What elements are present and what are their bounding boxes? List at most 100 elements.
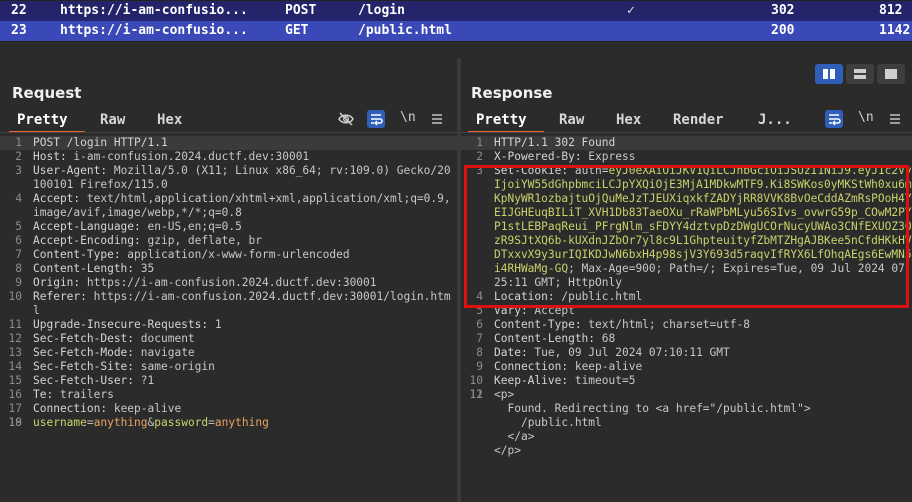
history-url: /login bbox=[358, 3, 405, 18]
history-status: 200 bbox=[771, 23, 795, 38]
code-line: 17 Connection: keep-alive bbox=[0, 402, 457, 416]
history-method: POST bbox=[285, 3, 317, 18]
line-number: 17 bbox=[8, 402, 22, 415]
header-name: Sec-Fetch-Site: bbox=[33, 360, 135, 373]
code-line: 8 Content-Length: 35 bbox=[0, 262, 457, 276]
header-name: Accept: bbox=[33, 192, 81, 205]
tab-pretty[interactable]: Pretty bbox=[17, 112, 68, 128]
code-line: 4 Accept: text/html,application/xhtml+xml… bbox=[0, 192, 457, 220]
code-line: 1 HTTP/1.1 302 Found bbox=[461, 136, 912, 150]
line-number: 7 bbox=[476, 332, 483, 345]
header-value: timeout=5 bbox=[568, 374, 636, 387]
code-line: 7 Content-Length: 68 bbox=[461, 332, 912, 346]
eye-off-icon[interactable] bbox=[337, 110, 355, 128]
header-value: text/html,application/xhtml+xml,applicat… bbox=[33, 192, 451, 219]
header-value: trailers bbox=[53, 388, 114, 401]
body-param-part: = bbox=[208, 416, 215, 429]
history-method: GET bbox=[285, 23, 309, 38]
show-newlines-icon[interactable]: \n bbox=[400, 110, 416, 125]
history-number: 23 bbox=[11, 23, 27, 38]
line-number: 11 bbox=[8, 318, 22, 331]
request-line: POST /login HTTP/1.1 bbox=[33, 136, 168, 149]
line-number: 4 bbox=[15, 192, 22, 205]
code-line: 10 Referer: https://i-am-confusion.2024.d… bbox=[0, 290, 457, 318]
html-body-line: /public.html bbox=[494, 416, 602, 429]
header-value: document bbox=[134, 332, 195, 345]
header-value: Express bbox=[581, 150, 636, 163]
set-cookie-highlight-box bbox=[464, 165, 909, 308]
tab-hex[interactable]: Hex bbox=[616, 112, 641, 128]
code-line: 8 Date: Tue, 09 Jul 2024 07:10:11 GMT bbox=[461, 346, 912, 360]
line-number: 2 bbox=[476, 150, 483, 163]
line-number: 6 bbox=[15, 234, 22, 247]
header-name: Date: bbox=[494, 346, 528, 359]
body-param-part: username bbox=[33, 416, 87, 429]
body-param-part: password bbox=[154, 416, 209, 429]
side-by-side-layout-button[interactable] bbox=[815, 64, 843, 84]
header-value: keep-alive bbox=[107, 402, 182, 415]
history-length: 1142 bbox=[879, 23, 911, 38]
stacked-layout-button[interactable] bbox=[846, 64, 874, 84]
tab-json[interactable]: J... bbox=[758, 112, 792, 128]
header-value: Tue, 09 Jul 2024 07:10:11 GMT bbox=[527, 346, 730, 359]
code-line: 10 Keep-Alive: timeout=5 bbox=[461, 374, 912, 388]
html-body-line: </p> bbox=[494, 444, 521, 457]
header-value: https://i-am-confusion.2024.ductf.dev:30… bbox=[80, 276, 377, 289]
history-host: https://i-am-confusio... bbox=[60, 23, 248, 38]
line-number: 16 bbox=[8, 388, 22, 401]
header-name: Connection: bbox=[33, 402, 108, 415]
header-name: X-Powered-By: bbox=[494, 150, 582, 163]
tab-raw[interactable]: Raw bbox=[100, 112, 125, 128]
line-number: 8 bbox=[476, 346, 483, 359]
header-value: https://i-am-confusion.2024.ductf.dev:30… bbox=[33, 290, 451, 317]
code-line: 1 POST /login HTTP/1.1 bbox=[0, 136, 457, 150]
line-number: 15 bbox=[8, 374, 22, 387]
single-pane-layout-button[interactable] bbox=[877, 64, 905, 84]
header-value: same-origin bbox=[134, 360, 215, 373]
header-value: i-am-confusion.2024.ductf.dev:30001 bbox=[66, 150, 310, 163]
menu-icon[interactable] bbox=[428, 110, 446, 128]
code-line: 5 Accept-Language: en-US,en;q=0.5 bbox=[0, 220, 457, 234]
header-name: Content-Length: bbox=[494, 332, 596, 345]
tab-hex[interactable]: Hex bbox=[157, 112, 182, 128]
wrap-lines-icon[interactable] bbox=[825, 110, 843, 128]
menu-icon[interactable] bbox=[886, 110, 904, 128]
code-line: 13 Sec-Fetch-Mode: navigate bbox=[0, 346, 457, 360]
body-param-part: anything bbox=[214, 416, 269, 429]
html-body-line: </a> bbox=[494, 430, 535, 443]
code-line: 7 Content-Type: application/x-www-form-ur… bbox=[0, 248, 457, 262]
line-number: 1 bbox=[476, 136, 483, 149]
header-value: text/html; charset=utf-8 bbox=[581, 318, 750, 331]
history-row-selected[interactable]: 23 https://i-am-confusio... GET /public.… bbox=[0, 21, 912, 41]
show-newlines-icon[interactable]: \n bbox=[858, 110, 874, 125]
header-name: Connection: bbox=[494, 360, 569, 373]
header-value: 68 bbox=[595, 332, 616, 345]
tab-divider bbox=[461, 132, 912, 133]
line-number: 14 bbox=[8, 360, 22, 373]
tab-pretty[interactable]: Pretty bbox=[476, 112, 527, 128]
code-line: 2 Host: i-am-confusion.2024.ductf.dev:300… bbox=[0, 150, 457, 164]
header-name: Sec-Fetch-User: bbox=[33, 374, 135, 387]
wrap-lines-icon[interactable] bbox=[367, 110, 385, 128]
request-editor[interactable]: 1 POST /login HTTP/1.1 2 Host: i-am-confusi… bbox=[0, 136, 457, 430]
code-line: 12 <p> bbox=[461, 388, 912, 402]
code-line: 11 Upgrade-Insecure-Requests: 1 bbox=[0, 318, 457, 332]
line-number: 9 bbox=[476, 360, 483, 373]
body-param-part: = bbox=[86, 416, 94, 429]
tab-raw[interactable]: Raw bbox=[559, 112, 584, 128]
header-name: Sec-Fetch-Mode: bbox=[33, 346, 135, 359]
tab-render[interactable]: Render bbox=[673, 112, 724, 128]
request-line: HTTP/1.1 302 Found bbox=[494, 136, 616, 149]
header-name: Upgrade-Insecure-Requests: bbox=[33, 318, 209, 331]
history-row[interactable]: 22 https://i-am-confusio... POST /login … bbox=[0, 1, 912, 21]
code-line: </a> bbox=[461, 430, 912, 444]
history-url: /public.html bbox=[358, 23, 452, 38]
header-name: Accept-Language: bbox=[33, 220, 141, 233]
header-value: application/x-www-form-urlencoded bbox=[120, 248, 350, 261]
header-name: Origin: bbox=[33, 276, 81, 289]
code-line: Found. Redirecting to <a href="/public.h… bbox=[461, 402, 912, 416]
code-line: 12 Sec-Fetch-Dest: document bbox=[0, 332, 457, 346]
header-value: ?1 bbox=[134, 374, 155, 387]
line-number: 8 bbox=[15, 262, 22, 275]
layout-toggle bbox=[815, 64, 907, 84]
